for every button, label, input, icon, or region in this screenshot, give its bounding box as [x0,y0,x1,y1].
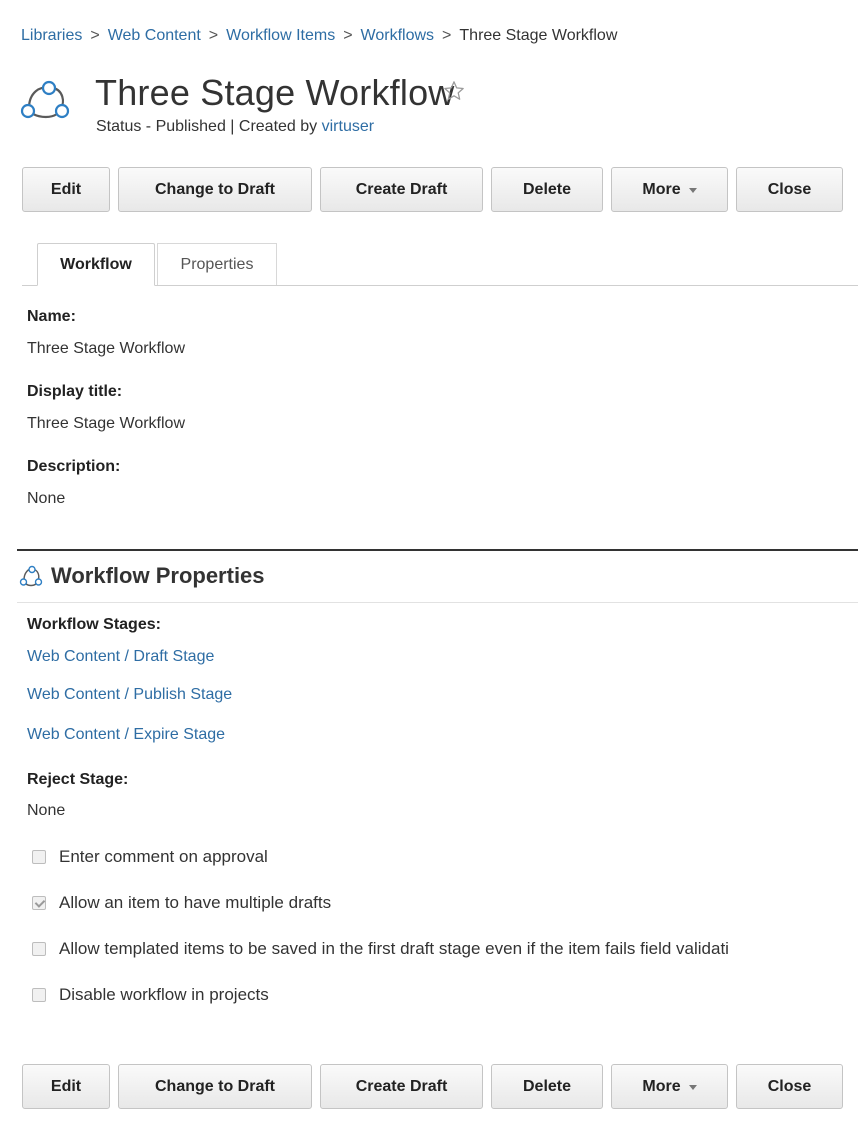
create-draft-button[interactable]: Create Draft [320,167,483,212]
delete-button[interactable]: Delete [491,167,603,212]
reject-stage-value: None [27,802,66,819]
star-outline-icon[interactable] [443,80,465,102]
created-by-link[interactable]: virtuser [322,118,374,135]
description-label: Description: [27,458,121,475]
more-label: More [642,180,681,198]
display-title-value: Three Stage Workflow [27,415,185,432]
option-enter-comment: Enter comment on approval [32,847,268,867]
checkbox[interactable] [32,988,46,1002]
bottom-toolbar: Edit Change to Draft Create Draft Delete… [22,1064,843,1109]
close-button[interactable]: Close [736,167,843,212]
tab-properties[interactable]: Properties [157,243,277,285]
section-title-divider [17,602,858,603]
breadcrumb-separator: > [90,27,100,44]
change-to-draft-button[interactable]: Change to Draft [118,167,312,212]
option-templated-items: Allow templated items to be saved in the… [32,939,858,959]
option-label: Allow templated items to be saved in the… [59,939,729,958]
breadcrumb-separator: > [208,27,219,44]
breadcrumb-web-content[interactable]: Web Content [108,27,201,44]
delete-button[interactable]: Delete [491,1064,603,1109]
status-line: Status - Published | Created by virtuser [96,118,374,136]
name-label: Name: [27,308,76,325]
option-label: Enter comment on approval [59,847,268,866]
option-label: Allow an item to have multiple drafts [59,893,332,912]
breadcrumb-workflows[interactable]: Workflows [361,27,435,44]
top-toolbar: Edit Change to Draft Create Draft Delete… [22,167,843,212]
close-button[interactable]: Close [736,1064,843,1109]
checkbox-checked[interactable] [32,896,46,910]
section-title: Workflow Properties [51,563,265,588]
create-draft-button[interactable]: Create Draft [320,1064,483,1109]
edit-button[interactable]: Edit [22,1064,110,1109]
checkbox[interactable] [32,850,46,864]
edit-button[interactable]: Edit [22,167,110,212]
stage-link-expire[interactable]: Web Content / Expire Stage [27,726,225,744]
more-button[interactable]: More [611,167,728,212]
breadcrumb-libraries[interactable]: Libraries [21,27,82,44]
checkbox[interactable] [32,942,46,956]
workflow-stages-label: Workflow Stages: [27,616,161,633]
stage-link-publish[interactable]: Web Content / Publish Stage [27,686,232,704]
change-to-draft-button[interactable]: Change to Draft [118,1064,312,1109]
caret-down-icon [688,188,697,193]
page-title: Three Stage Workflow [95,72,455,113]
option-disable-projects: Disable workflow in projects [32,985,269,1005]
tab-workflow[interactable]: Workflow [37,243,155,286]
name-value: Three Stage Workflow [27,340,185,357]
section-divider [17,549,858,551]
more-button[interactable]: More [611,1064,728,1109]
workflow-icon [20,80,70,119]
status-text: Status - Published | Created by [96,118,322,135]
description-value: None [27,490,66,507]
reject-stage-label: Reject Stage: [27,771,129,788]
option-multiple-drafts: Allow an item to have multiple drafts [32,893,331,913]
breadcrumb-workflow-items[interactable]: Workflow Items [226,27,335,44]
breadcrumb-current: Three Stage Workflow [459,27,618,44]
breadcrumb-separator: > [442,27,452,44]
more-label: More [642,1077,681,1095]
stage-link-draft[interactable]: Web Content / Draft Stage [27,648,214,666]
breadcrumb-separator: > [343,27,353,44]
workflow-icon [19,565,43,587]
breadcrumb: Libraries > Web Content > Workflow Items > Wor… [21,27,617,45]
caret-down-icon [688,1085,697,1090]
option-label: Disable workflow in projects [59,985,269,1004]
display-title-label: Display title: [27,383,123,400]
